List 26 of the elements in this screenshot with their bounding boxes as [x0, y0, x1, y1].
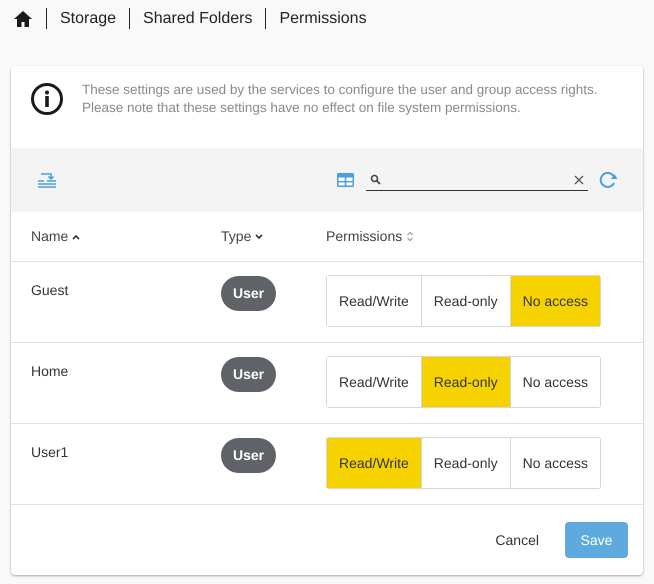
breadcrumb-link[interactable]: Shared Folders [143, 6, 252, 30]
type-badge: User [221, 438, 276, 473]
breadcrumb-link[interactable]: Permissions [279, 6, 367, 30]
home-icon[interactable] [13, 10, 33, 28]
type-badge: User [221, 357, 276, 392]
column-header[interactable]: Type [221, 226, 264, 247]
column-header[interactable]: Permissions [326, 226, 414, 247]
permission-option[interactable]: No access [510, 276, 600, 326]
info-icon [30, 82, 64, 116]
permission-option[interactable]: Read-only [420, 357, 510, 407]
user-name: Home [31, 363, 68, 379]
type-badge: User [221, 276, 276, 311]
permission-option[interactable]: No access [510, 438, 600, 488]
clear-icon[interactable] [574, 174, 584, 184]
table-layout-icon[interactable] [336, 172, 355, 188]
permission-option[interactable]: Read/Write [327, 438, 421, 488]
cancel-button[interactable]: Cancel [483, 522, 551, 558]
permission-option[interactable]: No access [510, 357, 600, 407]
list-import-icon[interactable] [37, 171, 57, 189]
column-header[interactable]: Name [31, 226, 80, 247]
info-text: These settings are used by the services to configure the user and group access rights. Please note that these settings have no effect on file system permissions. [82, 81, 599, 117]
refresh-icon[interactable] [597, 170, 619, 190]
search-icon [370, 174, 381, 185]
user-name: User1 [31, 444, 68, 460]
breadcrumb-link[interactable]: Storage [60, 6, 116, 30]
user-name: Guest [31, 282, 68, 298]
